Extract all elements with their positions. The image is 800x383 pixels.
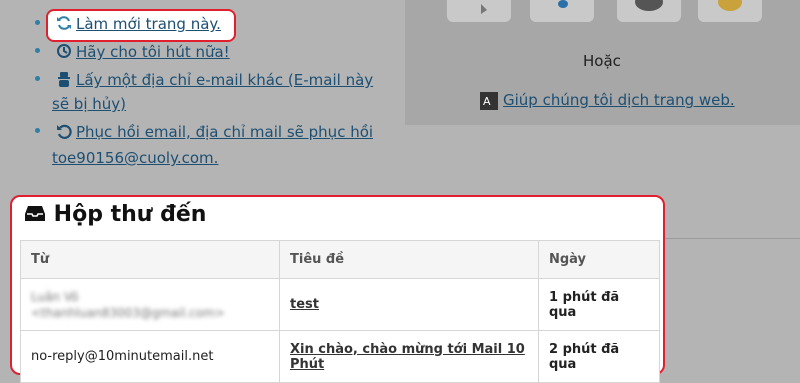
date-cell: 2 phút đã qua	[538, 330, 660, 383]
from-cell: Luân Võ <thanhluan83003@gmail.com>	[20, 278, 280, 331]
svg-text:A: A	[483, 95, 491, 108]
table-backdrop	[661, 238, 800, 379]
coin-icon	[718, 0, 742, 11]
inbox-title: Hộp thư đến	[24, 202, 206, 227]
recover-link[interactable]: Phục hồi email, địa chỉ mail sẽ phục hồi	[76, 123, 373, 141]
share-tile[interactable]	[617, 0, 681, 22]
history-icon	[57, 44, 71, 58]
from-cell: no-reply@10minutemail.net	[20, 330, 280, 383]
other-email-action-cont[interactable]: sẽ bị hủy)	[52, 92, 126, 116]
subject-cell: test	[279, 278, 539, 331]
column-subject: Tiêu đề	[279, 240, 539, 279]
bullet	[35, 128, 40, 133]
column-from: Từ	[20, 240, 280, 279]
other-email-link-cont[interactable]: sẽ bị hủy)	[52, 95, 126, 113]
inbox-title-text: Hộp thư đến	[53, 202, 207, 227]
bullet	[35, 76, 40, 81]
table-row[interactable]: no-reply@10minutemail.net Xin chào, chào…	[20, 330, 660, 383]
translate-icon: A	[480, 92, 498, 110]
share-tile[interactable]	[530, 0, 594, 22]
inbox-icon	[25, 206, 45, 221]
pin-icon	[481, 4, 487, 14]
table-row[interactable]: Luân Võ <thanhluan83003@gmail.com> test …	[20, 278, 660, 331]
undo-icon	[57, 124, 72, 139]
subject-link[interactable]: Xin chào, chào mừng tới Mail 10 Phút	[290, 342, 525, 372]
recover-action[interactable]: Phục hồi email, địa chỉ mail sẽ phục hồi	[56, 120, 373, 144]
refresh-action[interactable]: Làm mới trang này.	[56, 12, 221, 36]
share-tile[interactable]	[447, 0, 511, 22]
inbox-panel: Hộp thư đến Từ Tiêu đề Ngày Luân Võ <tha…	[10, 195, 665, 383]
subject-link[interactable]: test	[290, 297, 319, 312]
column-date: Ngày	[538, 240, 660, 279]
more-time-action[interactable]: Hãy cho tôi hút nữa!	[56, 40, 230, 64]
sender-email: <thanhluan83003@gmail.com>	[31, 305, 225, 320]
refresh-link[interactable]: Làm mới trang này.	[76, 15, 221, 33]
sender-name: Luân Võ	[31, 289, 79, 304]
bullet	[35, 20, 40, 25]
or-label: Hoặc	[583, 52, 621, 70]
inbox-table: Từ Tiêu đề Ngày Luân Võ <thanhluan83003@…	[20, 240, 660, 383]
subject-line: Xin chào, chào mừng tới Mail 10	[290, 341, 525, 357]
recover-email-link[interactable]: toe90156@cuoly.com.	[52, 149, 218, 167]
drop-icon	[558, 0, 568, 8]
user-secret-icon	[58, 72, 70, 87]
translate-link[interactable]: Giúp chúng tôi dịch trang web.	[503, 91, 735, 109]
other-email-action[interactable]: Lấy một địa chỉ e-mail khác (E-mail này	[56, 68, 373, 92]
refresh-icon	[57, 16, 71, 30]
bullet	[35, 48, 40, 53]
table-header-row: Từ Tiêu đề Ngày	[20, 240, 660, 279]
subject-cell: Xin chào, chào mừng tới Mail 10 Phút	[279, 330, 539, 383]
share-panel: Hoặc A Giúp chúng tôi dịch trang web.	[405, 0, 800, 125]
subject-line: Phút	[290, 356, 325, 372]
recover-action-cont[interactable]: toe90156@cuoly.com.	[52, 146, 218, 170]
other-email-link[interactable]: Lấy một địa chỉ e-mail khác (E-mail này	[76, 71, 373, 89]
share-tile[interactable]	[698, 0, 762, 22]
more-time-link[interactable]: Hãy cho tôi hút nữa!	[76, 43, 230, 61]
date-cell: 1 phút đã qua	[538, 278, 660, 331]
circle-icon	[635, 0, 663, 11]
